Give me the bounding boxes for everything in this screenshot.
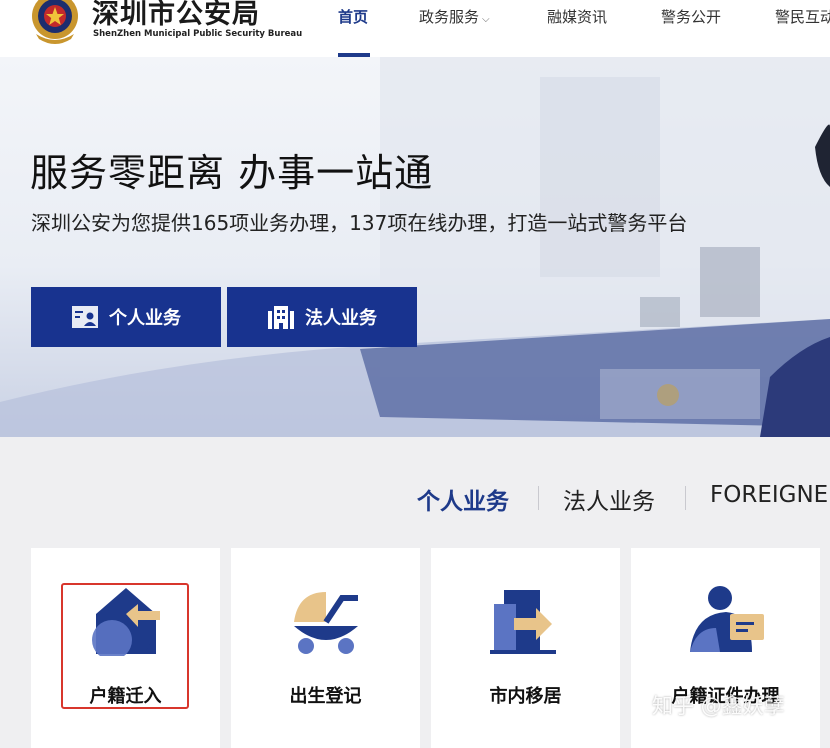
personal-services-button[interactable]: 个人业务	[31, 287, 221, 347]
building-arrow-icon	[490, 590, 556, 654]
nav-home[interactable]: 首页	[338, 6, 368, 27]
baby-stroller-icon	[294, 592, 358, 654]
site-title[interactable]: 深圳市公安局	[92, 0, 260, 31]
tab-corporate[interactable]: 法人业务	[563, 482, 655, 516]
chevron-down-icon: ⌵	[482, 14, 490, 25]
tab-personal[interactable]: 个人业务	[417, 482, 509, 516]
nav-police-affairs[interactable]: 警务公开	[661, 6, 721, 27]
hero-subtitle: 深圳公安为您提供165项业务办理，137项在线办理，打造一站式警务平台	[31, 211, 688, 235]
card-label: 出生登记	[289, 686, 362, 707]
corporate-services-button[interactable]: 法人业务	[227, 287, 417, 347]
tab-divider	[685, 486, 686, 510]
id-card-icon	[72, 306, 98, 328]
personal-services-label: 个人业务	[109, 308, 181, 329]
nav-police-interaction[interactable]: 警民互动	[775, 6, 830, 27]
hero-title: 服务零距离 办事一站通	[30, 151, 434, 195]
building-icon	[268, 306, 294, 329]
service-card-intra-city-relocation[interactable]: 市内移居	[431, 548, 620, 748]
site-subtitle: ShenZhen Municipal Public Security Burea…	[93, 29, 303, 39]
hero-background-image	[0, 57, 830, 437]
hero-banner: 服务零距离 办事一站通 深圳公安为您提供165项业务办理，137项在线办理，打造…	[0, 57, 830, 437]
tab-foreigner[interactable]: FOREIGNER	[710, 482, 830, 508]
service-card-birth-registration[interactable]: 出生登记	[231, 548, 420, 748]
site-header: 深圳市公安局 ShenZhen Municipal Public Securit…	[0, 0, 830, 57]
card-label: 市内移居	[489, 686, 562, 707]
selection-highlight	[61, 583, 189, 709]
corporate-services-label: 法人业务	[305, 308, 377, 329]
person-id-card-icon	[690, 586, 764, 652]
nav-government-services[interactable]: 政务服务 ⌵	[419, 6, 490, 27]
police-emblem-icon[interactable]	[30, 0, 80, 48]
nav-media-news[interactable]: 融媒资讯	[547, 6, 607, 27]
zhihu-watermark: 知乎 @鑫妖孽	[652, 694, 785, 718]
tab-divider	[538, 486, 539, 510]
